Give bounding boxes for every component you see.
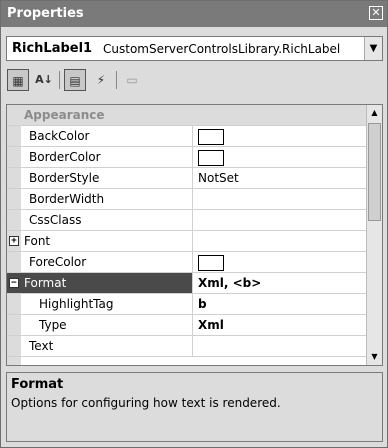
property-value[interactable] bbox=[193, 210, 366, 230]
property-value[interactable] bbox=[193, 147, 366, 167]
property-name: Font bbox=[7, 231, 193, 251]
property-value[interactable] bbox=[193, 126, 366, 146]
property-value[interactable]: NotSet bbox=[193, 168, 366, 188]
close-icon[interactable]: ✕ bbox=[369, 6, 383, 20]
window-title: Properties bbox=[7, 6, 84, 21]
property-row-bordercolor[interactable]: BorderColor bbox=[7, 147, 366, 168]
property-value[interactable] bbox=[193, 336, 366, 356]
property-name: CssClass bbox=[7, 210, 193, 230]
description-title: Format bbox=[11, 377, 64, 392]
scroll-down-icon[interactable]: ▼ bbox=[367, 349, 382, 365]
color-swatch bbox=[198, 255, 224, 271]
property-name: ForeColor bbox=[7, 252, 193, 272]
toolbar-separator bbox=[59, 71, 60, 89]
property-value[interactable]: Xml, <b> bbox=[193, 273, 366, 293]
property-name: Type bbox=[7, 315, 193, 335]
scroll-up-icon[interactable]: ▲ bbox=[367, 105, 382, 121]
scroll-thumb[interactable] bbox=[368, 123, 381, 221]
property-value[interactable]: Xml bbox=[193, 315, 366, 335]
object-type: CustomServerControlsLibrary.RichLabel bbox=[103, 42, 341, 56]
property-name: BackColor bbox=[7, 126, 193, 146]
chevron-down-icon[interactable]: ▼ bbox=[364, 37, 382, 60]
property-name: BorderWidth bbox=[7, 189, 193, 209]
color-swatch bbox=[198, 129, 224, 145]
property-pages-icon[interactable]: ▭ bbox=[121, 69, 143, 91]
object-name: RichLabel1 bbox=[12, 41, 93, 56]
title-bar: Properties ✕ bbox=[1, 1, 387, 27]
property-row-highlighttag[interactable]: HighlightTag b bbox=[7, 294, 366, 315]
property-name: HighlightTag bbox=[7, 294, 193, 314]
property-row-borderwidth[interactable]: BorderWidth bbox=[7, 189, 366, 210]
properties-window: Properties ✕ RichLabel1 CustomServerCont… bbox=[0, 0, 388, 448]
property-value[interactable] bbox=[193, 231, 366, 251]
property-value[interactable] bbox=[193, 189, 366, 209]
property-value[interactable] bbox=[193, 252, 366, 272]
property-row-text[interactable]: Text bbox=[7, 336, 366, 357]
property-row-borderstyle[interactable]: BorderStyle NotSet bbox=[7, 168, 366, 189]
color-swatch bbox=[198, 150, 224, 166]
description-pane: Format Options for configuring how text … bbox=[6, 372, 383, 442]
property-grid: − Appearance BackColor BorderColor Borde… bbox=[6, 104, 383, 366]
property-row-type[interactable]: Type Xml bbox=[7, 315, 366, 336]
categorized-icon[interactable]: ▦ bbox=[7, 69, 29, 91]
alphabetical-icon[interactable]: A↓ bbox=[33, 69, 55, 91]
category-label: Appearance bbox=[7, 105, 366, 125]
property-row-backcolor[interactable]: BackColor bbox=[7, 126, 366, 147]
expand-icon[interactable]: + bbox=[9, 236, 19, 246]
property-value[interactable]: b bbox=[193, 294, 366, 314]
property-name: Format bbox=[7, 273, 193, 293]
property-name: BorderStyle bbox=[7, 168, 193, 188]
category-row[interactable]: − Appearance bbox=[7, 105, 366, 126]
property-name: Text bbox=[7, 336, 193, 356]
vertical-scrollbar[interactable]: ▲ ▼ bbox=[366, 105, 382, 365]
events-icon[interactable]: ⚡ bbox=[90, 69, 112, 91]
properties-icon[interactable]: ▤ bbox=[64, 69, 86, 91]
property-row-forecolor[interactable]: ForeColor bbox=[7, 252, 366, 273]
toolbar: ▦ A↓ ▤ ⚡ ▭ bbox=[6, 67, 383, 95]
property-row-font[interactable]: Font + bbox=[7, 231, 366, 252]
object-selector[interactable]: RichLabel1 CustomServerControlsLibrary.R… bbox=[6, 36, 383, 61]
description-text: Options for configuring how text is rend… bbox=[11, 396, 281, 410]
property-name: BorderColor bbox=[7, 147, 193, 167]
collapse-icon[interactable]: − bbox=[9, 278, 19, 288]
property-row-cssclass[interactable]: CssClass bbox=[7, 210, 366, 231]
toolbar-separator bbox=[116, 71, 117, 89]
property-row-format[interactable]: Format − Xml, <b> bbox=[7, 273, 366, 294]
